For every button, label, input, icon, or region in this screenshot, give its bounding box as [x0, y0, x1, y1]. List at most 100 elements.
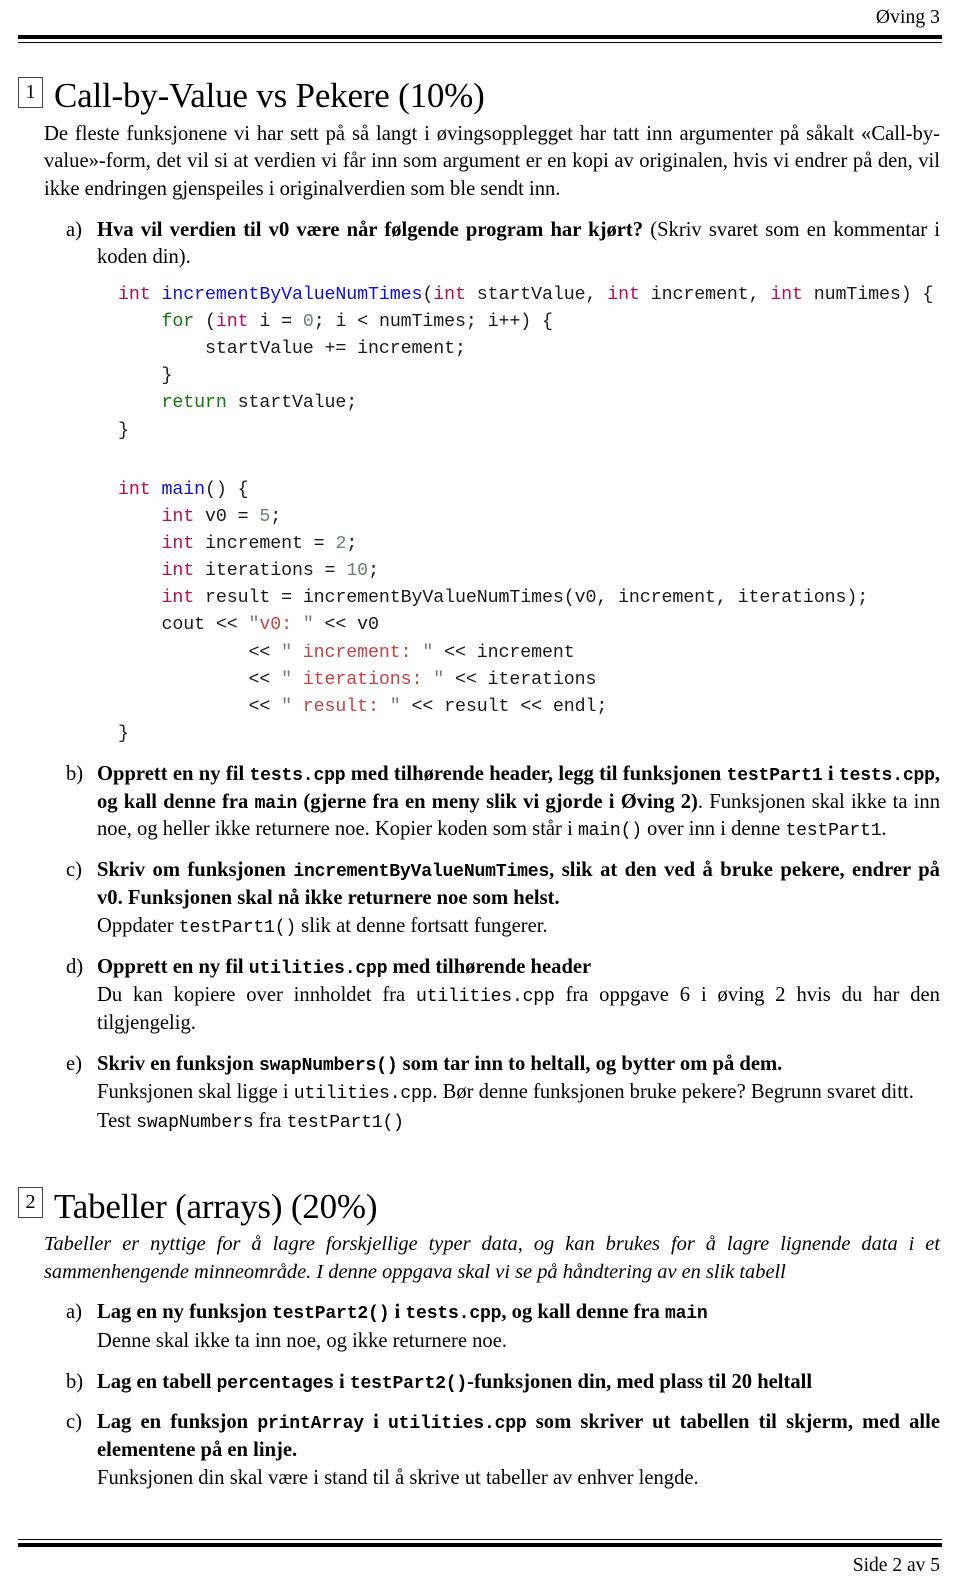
list-item-1d: d) Opprett en ny fil utilities.cpp med t… [18, 954, 942, 1038]
bold-text: som tar inn to heltall, og bytter om på … [397, 1052, 783, 1075]
bold-text: Opprett en ny fil [97, 955, 249, 978]
sub-text-line-2: Test swapNumbers fra testPart1() [97, 1108, 940, 1136]
bold-text: i [363, 1411, 389, 1434]
sub-text: Oppdater [97, 915, 179, 938]
code-text: ( [422, 284, 434, 305]
list-marker: b) [66, 763, 84, 786]
section-1-intro: De fleste funksjonene vi har sett på så … [44, 122, 940, 200]
quote-mark: " [389, 696, 401, 717]
sub-text: Test [97, 1109, 137, 1132]
sub-text-line: Du kan kopiere over innholdet fra utilit… [97, 982, 940, 1037]
list-marker: a) [66, 218, 82, 241]
quote-mark: " [248, 615, 260, 636]
list-item-text: Skriv om funksjonen incrementByValueNumT… [97, 857, 940, 941]
number-literal: 0 [302, 311, 314, 332]
code-text: i = [248, 311, 303, 332]
string-literal: result: [291, 696, 390, 717]
inline-code-function: testPart2() [349, 1373, 468, 1394]
sub-text: Funksjonen skal ligge i [97, 1081, 294, 1104]
sub-text: fra [253, 1109, 287, 1132]
string-literal: increment: [291, 642, 423, 663]
sub-text: Du kan kopiere over innholdet fra [97, 984, 417, 1007]
code-text: result = incrementByValueNumTimes(v0, in… [194, 588, 869, 609]
list-marker: b) [66, 1370, 84, 1393]
code-text: << v0 [313, 615, 379, 636]
code-text: startValue; [226, 393, 358, 414]
bold-text: , og kall denne fra [501, 1301, 665, 1324]
code-text: << [118, 669, 282, 690]
sub-text-line: Funksjonen skal ligge i utilities.cpp. B… [97, 1079, 940, 1107]
list-marker: e) [66, 1052, 82, 1075]
function-name-main: main [161, 479, 206, 500]
keyword-int: int [607, 284, 640, 305]
bold-text: -funksjonen din, med plass til 20 heltal… [467, 1370, 813, 1393]
inline-code-filename: utilities.cpp [248, 958, 388, 979]
list-item-1a: a) Hva vil verdien til v0 være når følge… [18, 217, 942, 272]
bold-text: (gjerne fra en meny slik vi gjorde i Øvi… [297, 790, 698, 813]
section-2-list: a) Lag en ny funksjon testPart2() i test… [18, 1299, 942, 1493]
quote-mark: " [302, 615, 314, 636]
keyword-int: int [161, 561, 195, 582]
code-text: << iterations [444, 669, 597, 690]
inline-code-main: main [254, 793, 298, 814]
inline-code-filename: tests.cpp [405, 1304, 502, 1325]
quote-mark: " [281, 642, 292, 663]
quote-mark: " [433, 669, 445, 690]
inline-code-function: testPart1() [286, 1112, 404, 1133]
inline-code-function: testPart1 [785, 821, 882, 842]
code-spacer [18, 445, 942, 467]
bold-text: i [822, 763, 839, 786]
footer-rule [18, 1538, 942, 1547]
keyword-int: int [118, 284, 151, 305]
number-literal: 10 [346, 561, 369, 582]
section-number-badge: 1 [18, 76, 43, 108]
keyword-int: int [215, 311, 249, 332]
bold-text: Opprett en ny fil [97, 763, 250, 786]
sub-text-line: Denne skal ikke ta inn noe, og ikke retu… [97, 1330, 508, 1353]
code-text: } [118, 366, 173, 387]
list-item-1e: e) Skriv en funksjon swapNumbers() som t… [18, 1051, 942, 1136]
sub-text-line: Oppdater testPart1() slik at denne forts… [97, 913, 940, 941]
list-item-text: Lag en ny funksjon testPart2() i tests.c… [97, 1299, 940, 1355]
list-item-text: Lag en tabell percentages i testPart2()-… [97, 1369, 940, 1397]
list-item-text: Opprett en ny fil utilities.cpp med tilh… [97, 954, 940, 1038]
code-block-main-def: int main() { int v0 = 5; int increment =… [18, 477, 942, 749]
list-item-1b: b) Opprett en ny fil tests.cpp med tilhø… [18, 761, 942, 844]
code-text: v0 = [194, 506, 260, 527]
keyword-int: int [433, 284, 466, 305]
keyword-int: int [118, 479, 151, 500]
bold-text: i [389, 1301, 406, 1324]
number-literal: 5 [259, 506, 271, 527]
inline-code-main: main() [577, 821, 642, 842]
list-item-text: Opprett en ny fil tests.cpp med tilhøren… [97, 761, 940, 844]
list-item-text: Hva vil verdien til v0 være når følgende… [97, 217, 940, 272]
bold-text: med tilhørende header, legg til funksjon… [345, 763, 727, 786]
code-text: << [118, 642, 282, 663]
page-footer: Side 2 av 5 [18, 1538, 942, 1576]
code-text: increment = [194, 534, 336, 554]
inline-code-filename: utilities.cpp [388, 1414, 527, 1435]
keyword-return: return [161, 393, 227, 414]
bold-text: Lag en ny funksjon [97, 1301, 273, 1324]
inline-code-function: testPart1 [726, 766, 823, 787]
code-text: } [118, 724, 129, 745]
code-text: numTimes) { [802, 284, 934, 305]
code-text: << [118, 696, 282, 717]
inline-code-function: testPart1() [178, 918, 297, 939]
code-text: << increment [433, 642, 575, 663]
code-text: iterations = [194, 561, 347, 582]
bold-text: Skriv en funksjon [97, 1052, 259, 1075]
inline-code-function: swapNumbers [136, 1112, 254, 1133]
string-literal: v0: [259, 615, 303, 636]
code-text: ; i < numTimes; i++) { [313, 311, 553, 332]
code-text: startValue, [465, 284, 608, 305]
bold-lead: Hva vil verdien til v0 være når følgende… [97, 218, 644, 241]
list-item-1c: c) Skriv om funksjonen incrementByValueN… [18, 857, 942, 941]
header-rule [18, 34, 942, 43]
code-text: cout << [118, 615, 249, 636]
code-text: startValue += increment; [118, 339, 466, 360]
quote-mark: " [422, 642, 434, 663]
code-text: ( [194, 311, 216, 332]
bold-text: Lag en tabell [97, 1370, 217, 1393]
keyword-int: int [161, 534, 195, 554]
